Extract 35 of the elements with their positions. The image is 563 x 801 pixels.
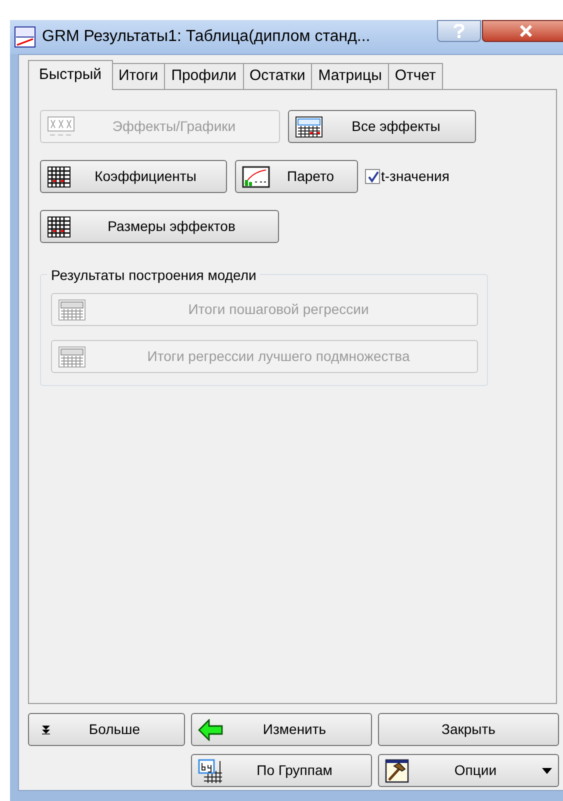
- grouped-table-icon: [198, 758, 224, 782]
- button[interactable]: Изменить: [191, 713, 372, 746]
- dropdown-caret-icon: [542, 768, 552, 774]
- tab[interactable]: Остатки: [244, 63, 312, 89]
- help-icon: [453, 24, 465, 38]
- button[interactable]: Закрыть: [378, 713, 559, 746]
- tab[interactable]: Матрицы: [312, 63, 389, 89]
- close-button[interactable]: [482, 20, 563, 42]
- button[interactable]: Коэффициенты: [40, 160, 227, 193]
- summary-table-icon: [58, 298, 86, 320]
- button[interactable]: Все эффекты: [288, 110, 476, 143]
- grid-icon: [47, 216, 71, 238]
- table-icon: [47, 116, 75, 138]
- button[interactable]: По Группам: [191, 754, 372, 787]
- button[interactable]: Парето: [235, 160, 358, 193]
- hammer-icon: [385, 758, 409, 782]
- button[interactable]: Больше: [28, 713, 185, 746]
- checkbox-label: t-значения: [381, 167, 450, 186]
- summary-table-icon: [295, 116, 323, 138]
- left-arrow-icon: [198, 718, 224, 740]
- window-title: GRM Результаты1: Таблица(диплом станд...: [42, 27, 370, 47]
- tab[interactable]: Отчет: [388, 63, 443, 89]
- help-button[interactable]: [437, 20, 481, 42]
- pareto-chart-icon: [242, 166, 270, 188]
- tab[interactable]: Итоги: [112, 63, 166, 89]
- close-icon: [519, 25, 533, 37]
- summary-table-icon: [58, 346, 86, 368]
- tab[interactable]: Профили: [165, 63, 244, 89]
- grid-icon: [47, 166, 71, 188]
- button[interactable]: Размеры эффектов: [40, 210, 279, 243]
- double-down-arrow-icon: [41, 724, 51, 734]
- button[interactable]: Опции: [378, 754, 559, 787]
- checkbox[interactable]: [365, 169, 380, 184]
- app-logo-icon: [14, 26, 36, 48]
- tab[interactable]: Быстрый: [28, 60, 112, 90]
